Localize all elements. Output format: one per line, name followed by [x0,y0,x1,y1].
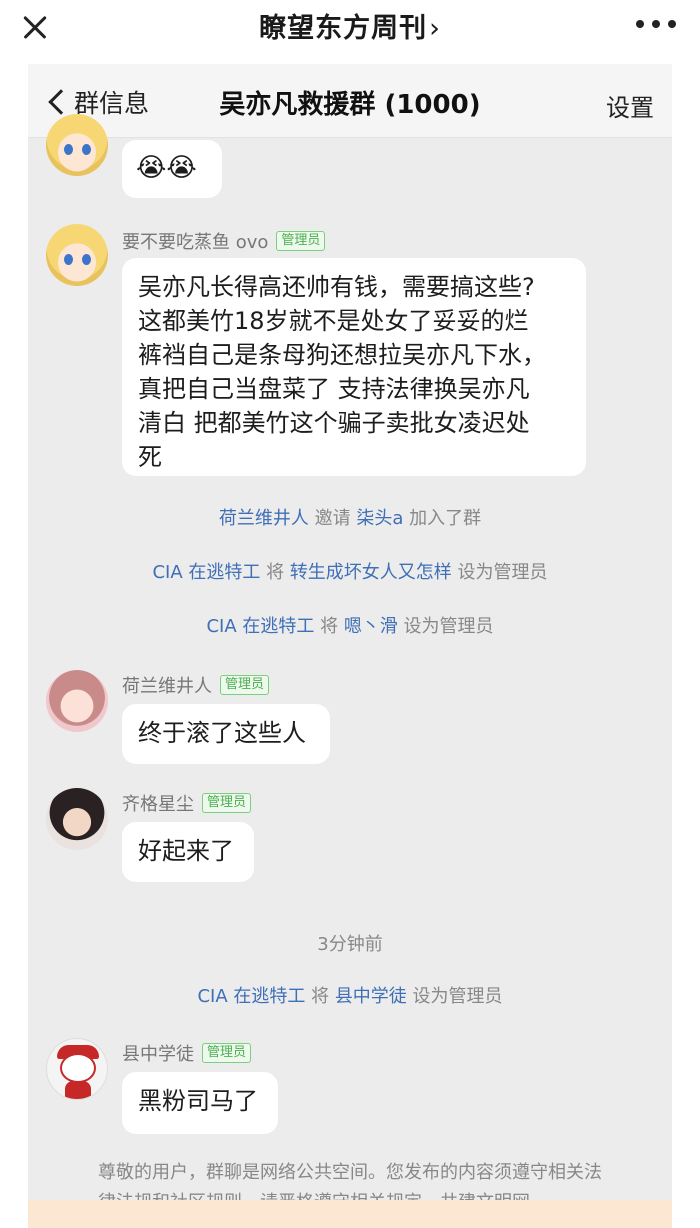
message-bubble[interactable]: 黑粉司马了 [122,1072,278,1134]
message-bubble[interactable]: 吴亦凡长得高还帅有钱，需要搞这些? 这都美竹18岁就不是处女了妥妥的烂 裤裆自己… [122,258,586,476]
admin-badge: 管理员 [220,675,270,695]
message-line: 裤裆自己是条母狗还想拉吴亦凡下水， [138,341,546,369]
admin-badge: 管理员 [202,1043,252,1063]
message-line: 死 [138,443,162,471]
page-title[interactable]: 瞭望东方周刊› [0,6,700,45]
chat-title: 吴亦凡救援群 (1000) [219,90,481,120]
message-line: 这都美竹18岁就不是处女了妥妥的烂 [138,307,529,335]
avatar[interactable] [46,788,108,850]
chat-screenshot: 群信息 吴亦凡救援群 (1000) 设置 😭😭 要不要吃蒸鱼 ovo 管理员 吴… [28,64,672,1228]
system-user-link[interactable]: CIA 在逃特工 [197,986,305,1007]
page-title-text: 瞭望东方周刊 [259,13,428,44]
system-text: 将 [260,562,290,583]
admin-badge: 管理员 [202,793,252,813]
system-text: 将 [305,986,335,1007]
sender-name: 县中学徒 管理员 [122,1040,252,1066]
message-bubble[interactable]: 😭😭 [122,140,222,198]
system-text: 加入了群 [403,508,482,529]
message-bubble[interactable]: 好起来了 [122,822,254,882]
settings-button[interactable]: 设置 [606,88,654,123]
more-icon[interactable] [636,20,678,30]
outer-header: 瞭望东方周刊› [0,0,700,56]
system-text: 将 [314,616,344,637]
sender-name-text: 要不要吃蒸鱼 ovo [122,232,269,253]
system-message: CIA 在逃特工 将 县中学徒 设为管理员 [28,982,672,1008]
system-text: 设为管理员 [397,616,494,637]
sender-name: 要不要吃蒸鱼 ovo 管理员 [122,228,326,254]
sender-name-text: 荷兰维井人 [122,676,212,697]
system-user-link[interactable]: 荷兰维井人 [219,508,309,529]
bottom-banner[interactable] [28,1200,672,1228]
chevron-right-icon: › [429,13,441,44]
message-line: 吴亦凡长得高还帅有钱，需要搞这些? [138,273,535,301]
system-text: 设为管理员 [451,562,548,583]
chat-header: 群信息 吴亦凡救援群 (1000) 设置 [28,64,672,138]
system-user-link[interactable]: 柒头a [356,508,403,529]
system-user-link[interactable]: CIA 在逃特工 [206,616,314,637]
system-user-link[interactable]: 转生成坏女人又怎样 [290,562,452,583]
admin-badge: 管理员 [276,231,326,251]
avatar[interactable] [46,670,108,732]
system-text: 设为管理员 [406,986,503,1007]
system-message: CIA 在逃特工 将 转生成坏女人又怎样 设为管理员 [28,558,672,584]
sender-name-text: 县中学徒 [122,1044,194,1065]
message-line: 清白 把都美竹这个骗子卖批女凌迟处 [138,409,530,437]
system-message: 荷兰维井人 邀请 柒头a 加入了群 [28,504,672,530]
system-message: CIA 在逃特工 将 嗯丶滑 设为管理员 [28,612,672,638]
message-bubble[interactable]: 终于滚了这些人 [122,704,330,764]
system-user-link[interactable]: 县中学徒 [335,986,407,1007]
avatar[interactable] [46,114,108,176]
avatar[interactable] [46,224,108,286]
system-user-link[interactable]: CIA 在逃特工 [152,562,260,583]
timestamp: 3分钟前 [317,934,383,955]
sender-name-text: 齐格星尘 [122,794,194,815]
sender-name: 荷兰维井人 管理员 [122,672,270,698]
sender-name: 齐格星尘 管理员 [122,790,252,816]
system-user-link[interactable]: 嗯丶滑 [344,616,398,637]
system-text: 邀请 [308,508,357,529]
message-line: 真把自己当盘菜了 支持法律换吴亦凡 [138,375,530,403]
avatar[interactable] [46,1038,108,1100]
